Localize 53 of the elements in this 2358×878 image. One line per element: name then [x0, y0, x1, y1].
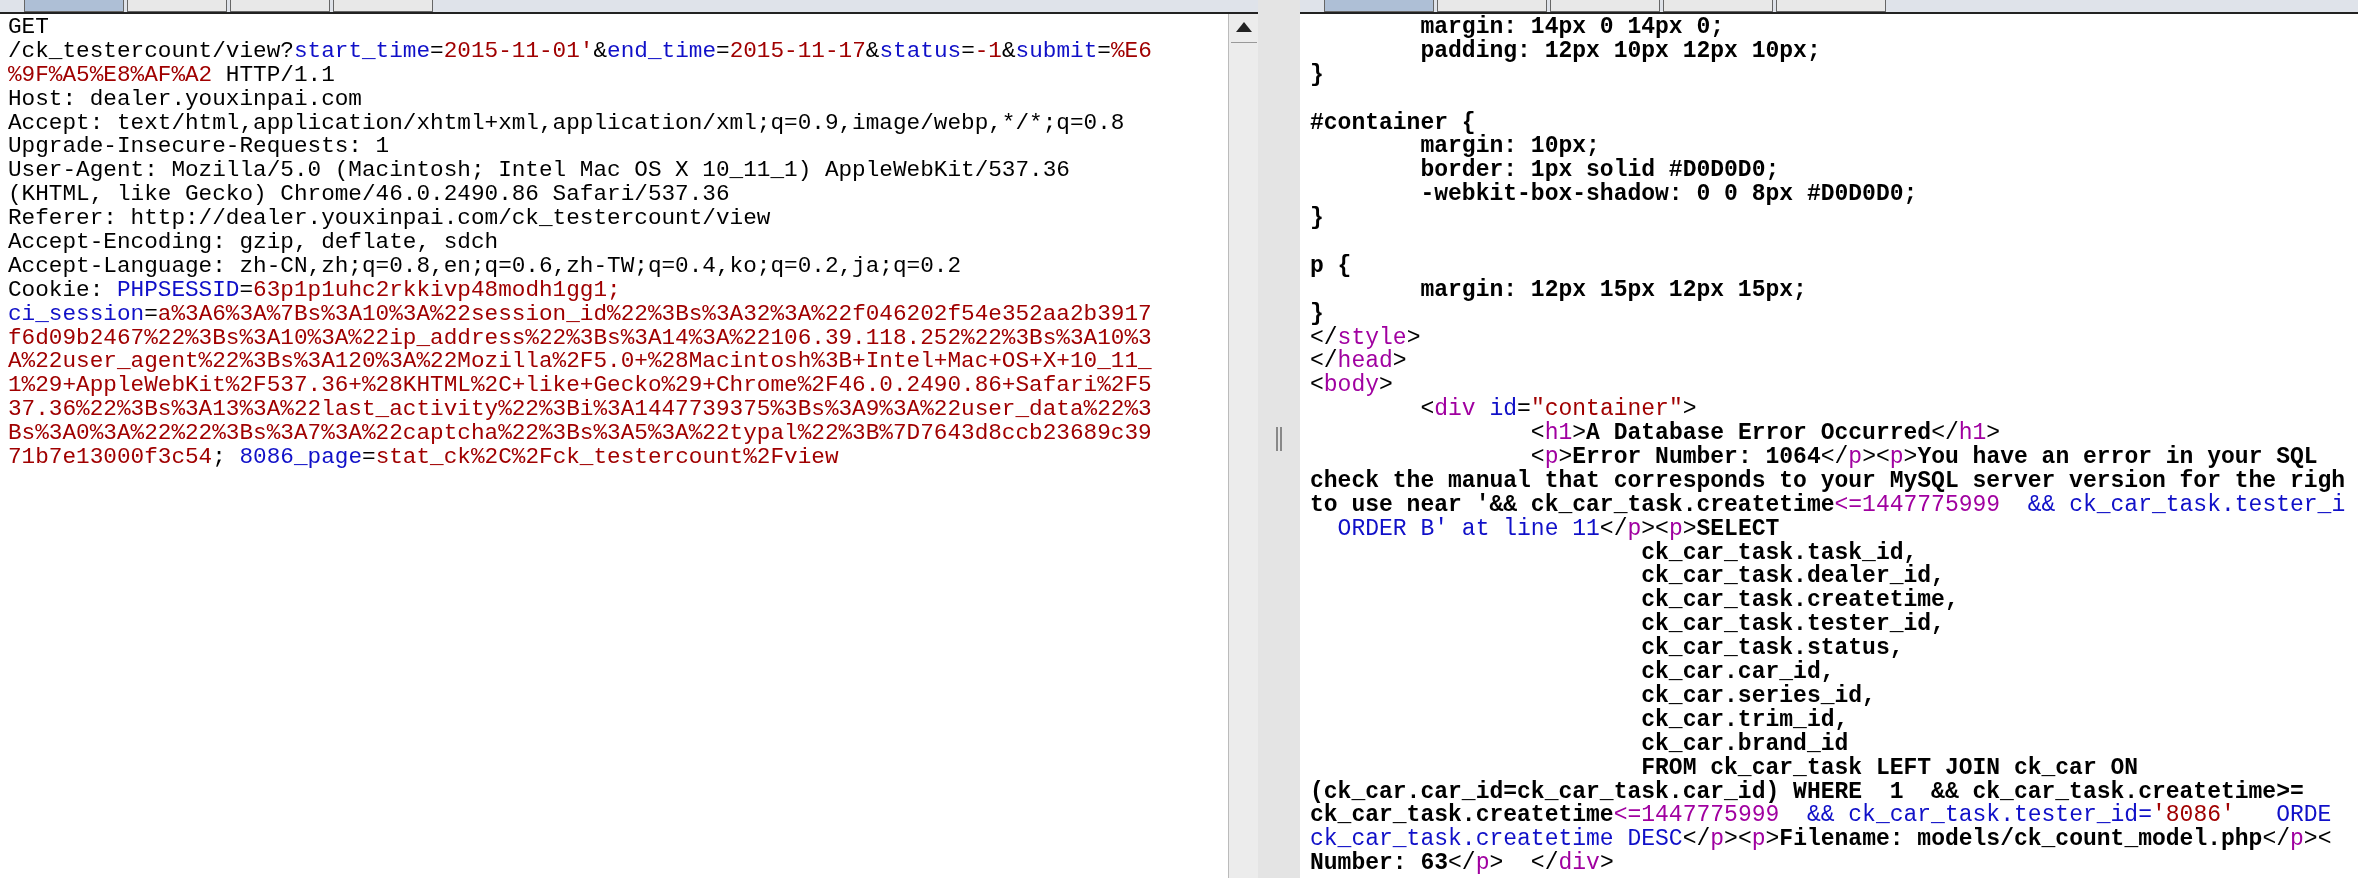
- code-line: ci_session=a%3A6%3A%7Bs%3A10%3A%22session_id%22%3Bs%3A32%3A%22f046202f54e352aa2b3917: [8, 302, 1153, 327]
- code-line: Referer: http://dealer.youxinpai.com/ck_testercount/view: [8, 207, 772, 231]
- code-line: #container {: [1310, 108, 1476, 136]
- code-line: A%22user_agent%22%3Bs%3A120%3A%22Mozilla%2F5.0+%28Macintosh%3B+Intel+Mac+OS+X+10_11_: [8, 350, 1153, 375]
- code-line: ck_car.brand_id: [1640, 732, 1849, 757]
- code-line: Number: 63</p> </div>: [1310, 852, 1615, 877]
- code-line: }: [1310, 63, 1325, 88]
- scroll-up-arrow-icon[interactable]: [1233, 20, 1254, 34]
- code-line: -webkit-box-shadow: 0 0 8px #D0D0D0;: [1419, 183, 1919, 208]
- code-line: to use near '&& ck_car_task.createtime<=1447775999 && ck_car_task.tester_i: [1310, 493, 2347, 518]
- vertical-scrollbar[interactable]: [1228, 14, 1258, 878]
- code-line: }: [1310, 302, 1324, 327]
- editor-tab[interactable]: [127, 0, 227, 12]
- editor-tab[interactable]: [1550, 0, 1660, 12]
- code-line: ck_car.trim_id,: [1640, 708, 1850, 733]
- code-line: FROM ck_car_task LEFT JOIN ck_car ON: [1641, 756, 2139, 781]
- editor-tab[interactable]: [1776, 0, 1886, 12]
- code-line: p {: [1310, 251, 1353, 279]
- code-line: %9F%A5%E8%AF%A2 HTTP/1.1: [8, 63, 336, 88]
- editor-tab[interactable]: [333, 0, 433, 12]
- editor-tab[interactable]: [24, 0, 124, 12]
- code-line: padding: 12px 10px 12px 10px;: [1419, 39, 1822, 64]
- editor-tab[interactable]: [1324, 0, 1434, 12]
- code-line: check the manual that corresponds to your MySQL server version for the righ: [1310, 469, 2347, 494]
- code-line: margin: 10px;: [1419, 135, 1600, 160]
- code-line: Cookie: PHPSESSID=63p1p1uhc2rkkivp48modh1gg1;: [8, 278, 621, 303]
- code-line: margin: 14px 0 14px 0;: [1419, 16, 1726, 40]
- code-line: Bs%3A0%3A%22%22%3Bs%3A7%3A%22captcha%22%3Bs%3A5%3A%22typal%22%3B%7D7643d8ccb23689c39: [8, 422, 1153, 447]
- code-line: Accept-Language: zh-CN,zh;q=0.8,en;q=0.6,zh-TW;q=0.4,ko;q=0.2,ja;q=0.2: [8, 254, 963, 279]
- splitter-grip-icon[interactable]: [1275, 427, 1283, 451]
- code-line: 1%29+AppleWebKit%2F537.36+%28KHTML%2C+like+Gecko%29+Chrome%2F46.0.2490.86+Safari%2F5: [8, 374, 1153, 399]
- code-line: /ck_testercount/view?start_time=2015-11-01'&end_time=2015-11-17&status=-1&submit=%E6: [8, 39, 1153, 64]
- code-line: ck_car.series_id,: [1640, 684, 1877, 709]
- code-line: 71b7e13000f3c54; 8086_page=stat_ck%2C%2Fck_testercount%2Fview: [8, 446, 840, 470]
- editor-tab[interactable]: [1663, 0, 1773, 12]
- code-line: Accept: text/html,application/xhtml+xml,application/xml;q=0.9,image/webp,*/*;q=0.8: [8, 111, 1126, 136]
- code-line: ck_car.car_id,: [1640, 661, 1835, 685]
- code-line: Upgrade-Insecure-Requests: 1: [8, 135, 390, 160]
- code-line: 37.36%22%3Bs%3A13%3A%22last_activity%22%3Bi%3A1447739375%3Bs%3A9%3A%22user_data%22%3: [8, 398, 1153, 423]
- code-line: <p>Error Number: 1064</p><p>You have an error in your SQL: [1530, 446, 2318, 470]
- editor-tab[interactable]: [230, 0, 330, 12]
- code-line: GET: [8, 16, 50, 40]
- code-line: (KHTML, like Gecko) Chrome/46.0.2490.86 Safari/537.36: [8, 183, 731, 208]
- code-line: }: [1310, 207, 1325, 231]
- code-line: User-Agent: Mozilla/5.0 (Macintosh; Intel Mac OS X 10_11_1) AppleWebKit/537.36: [8, 159, 1071, 184]
- editor-tab[interactable]: [1437, 0, 1547, 12]
- code-line: <body>: [1310, 374, 1394, 399]
- code-line: f6d09b2467%22%3Bs%3A10%3A%22ip_address%22%3Bs%3A14%3A%22106.39.118.252%22%3Bs%3A10%3: [8, 326, 1153, 351]
- code-line: Accept-Encoding: gzip, deflate, sdch: [8, 231, 500, 255]
- code-line: ORDER B' at line 11</p><p>SELECT: [1336, 517, 1780, 542]
- code-line: ck_car_task.task_id,: [1640, 541, 1918, 566]
- code-line: Host: dealer.youxinpai.com: [8, 87, 363, 112]
- code-line: margin: 12px 15px 12px 15px;: [1419, 278, 1808, 303]
